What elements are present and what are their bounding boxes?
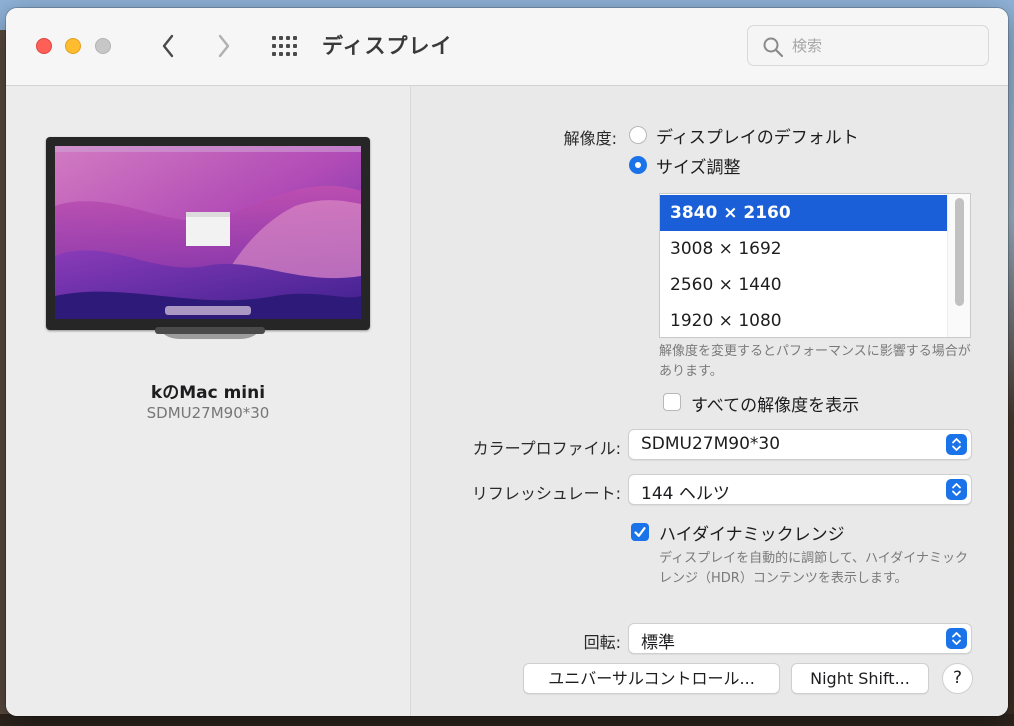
zoom-window-button[interactable] (95, 38, 111, 54)
minimize-window-button[interactable] (65, 38, 81, 54)
grid-icon (272, 36, 297, 56)
hdr-checkbox[interactable] (631, 523, 649, 541)
window-title: ディスプレイ (322, 34, 453, 58)
color-profile-popup[interactable]: SDMU27M90*30 (628, 429, 972, 460)
device-model: SDMU27M90*30 (146, 404, 270, 422)
search-icon (763, 37, 784, 58)
refresh-rate-popup[interactable]: 144 ヘルツ (628, 474, 972, 505)
close-window-button[interactable] (36, 38, 52, 54)
toolbar: ディスプレイ (6, 8, 1008, 86)
search-field[interactable] (747, 25, 989, 66)
checkmark-icon (634, 527, 646, 537)
resolution-option[interactable]: 3840 × 2160 (660, 195, 948, 231)
monitor-stand-base (155, 327, 265, 334)
refresh-rate-value: 144 ヘルツ (641, 484, 730, 504)
night-shift-button[interactable]: Night Shift... (791, 663, 929, 694)
resolution-option[interactable]: 3008 × 1692 (660, 231, 948, 267)
color-profile-label: カラープロファイル: (472, 439, 621, 458)
show-all-resolutions-label[interactable]: すべての解像度を表示 (691, 391, 859, 416)
universal-control-button[interactable]: ユニバーサルコントロール... (523, 663, 780, 694)
hdr-label[interactable]: ハイダイナミックレンジ (659, 520, 845, 545)
resolution-list[interactable]: 3840 × 2160 3008 × 1692 2560 × 1440 1920… (659, 193, 971, 338)
radio-display-default[interactable] (629, 126, 647, 144)
radio-scaled[interactable] (629, 156, 647, 174)
updown-chevron-icon (946, 434, 967, 455)
radio-display-default-label[interactable]: ディスプレイのデフォルト (656, 123, 859, 148)
updown-chevron-icon (946, 479, 967, 500)
resolution-option[interactable]: 2560 × 1440 (660, 267, 948, 303)
rotation-label: 回転: (583, 633, 621, 652)
device-name: kのMac mini (150, 383, 266, 403)
search-input[interactable] (792, 34, 972, 58)
display-overview-panel: kのMac mini SDMU27M90*30 (6, 86, 411, 716)
show-all-button[interactable] (270, 33, 298, 59)
help-button[interactable]: ? (942, 663, 973, 694)
display-preferences-window: ディスプレイ 検索 kのMac mini SDMU27M90*30 解像度: デ… (6, 8, 1008, 716)
resolution-label: 解像度: (563, 129, 617, 148)
color-profile-value: SDMU27M90*30 (641, 434, 781, 454)
back-button[interactable] (154, 32, 182, 60)
resolution-performance-note: 解像度を変更するとパフォーマンスに影響する場合があります。 (659, 344, 971, 379)
desktop-wallpaper-preview (55, 146, 361, 319)
updown-chevron-icon (946, 628, 967, 649)
resolution-option[interactable]: 1920 × 1080 (660, 303, 948, 337)
radio-scaled-label[interactable]: サイズ調整 (656, 153, 741, 178)
scrollbar-thumb[interactable] (955, 198, 964, 306)
chevron-left-icon (162, 34, 174, 58)
monitor-illustration (46, 137, 370, 349)
hdr-description: ディスプレイを自動的に調節して、ハイダイナミックレンジ（HDR）コンテンツを表示… (659, 551, 969, 586)
show-all-resolutions-checkbox[interactable] (663, 393, 681, 411)
forward-button[interactable] (210, 32, 238, 60)
rotation-value: 標準 (641, 633, 675, 653)
resolution-list-scrollbar[interactable] (947, 194, 970, 337)
wallpaper-image (55, 146, 361, 319)
refresh-rate-label: リフレッシュレート: (471, 484, 621, 503)
chevron-right-icon (218, 34, 230, 58)
display-settings-panel: 解像度: ディスプレイのデフォルト サイズ調整 3840 × 2160 3008… (411, 86, 1008, 716)
rotation-popup[interactable]: 標準 (628, 623, 972, 654)
monitor-bezel (46, 137, 370, 330)
